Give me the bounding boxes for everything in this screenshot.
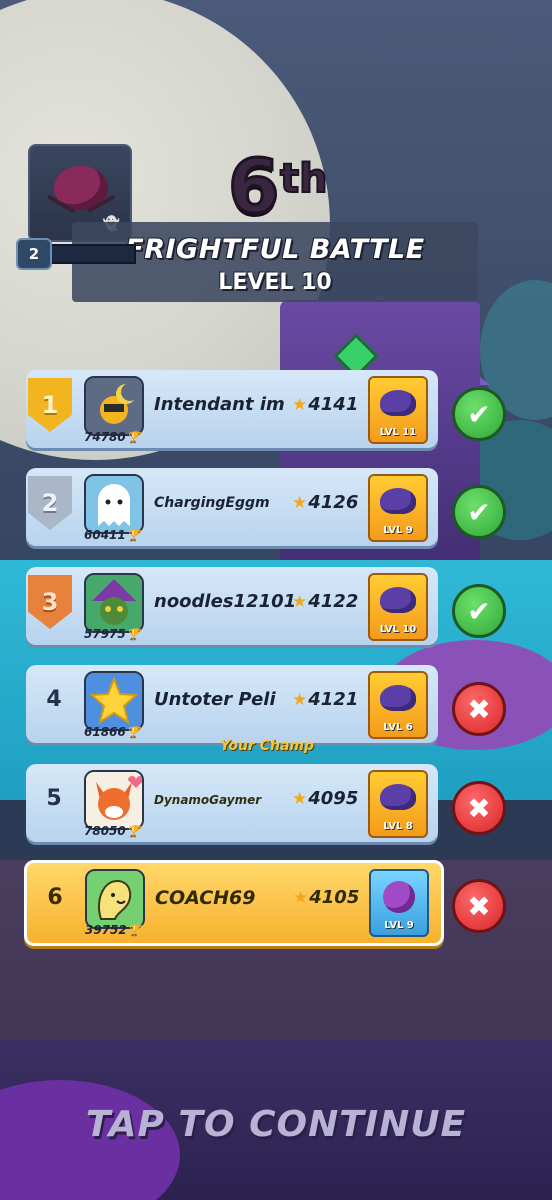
ghost-avatar-icon: [86, 476, 142, 532]
bean-avatar-icon: [87, 871, 143, 927]
rank-number: 5: [46, 786, 62, 811]
trophy-icon: 🏆: [126, 726, 141, 739]
player-name: ChargingEggm: [154, 495, 270, 511]
score: ★4095: [292, 788, 359, 809]
cross-icon: ✖: [452, 879, 506, 933]
trophy-count: 78050🏆: [84, 824, 141, 838]
star-icon: ★: [293, 888, 309, 908]
avatar: [84, 671, 144, 731]
mission-level-badge: 2: [16, 238, 52, 270]
pet-card: LVL 9: [368, 474, 428, 542]
cross-icon: ✖: [452, 781, 506, 835]
trophy-icon: 🏆: [126, 825, 141, 838]
star-icon: ★: [292, 493, 308, 513]
trophy-count: 60411🏆: [84, 528, 141, 542]
tap-to-continue[interactable]: TAP TO CONTINUE: [0, 1104, 552, 1145]
placement: 6 th: [227, 149, 329, 226]
avatar: [84, 376, 144, 436]
rank-badge: 2: [28, 476, 72, 530]
avatar: [84, 573, 144, 633]
player-name: noodles12101: [154, 591, 297, 612]
fox-avatar-icon: [86, 772, 142, 828]
placement-suffix: th: [279, 155, 329, 203]
score: ★4122: [292, 591, 359, 612]
rank-badge: 1: [28, 378, 72, 432]
trophy-count: 61866🏆: [84, 725, 141, 739]
trophy-icon: 🏆: [127, 924, 142, 937]
pet-card: LVL 8: [368, 770, 428, 838]
star-icon: ★: [292, 789, 308, 809]
pet-card: LVL 10: [368, 573, 428, 641]
pet-card: LVL 9: [369, 869, 429, 937]
wizard-avatar-icon: [86, 378, 142, 434]
leaderboard-row: 2 60411🏆 ChargingEggm ★4126 LVL 9: [26, 468, 438, 546]
spider-pet-icon: [383, 881, 415, 913]
player-name: Intendant im: [154, 394, 285, 415]
score: ★4121: [292, 689, 359, 710]
score: ★4105: [293, 887, 360, 908]
your-champ-label: Your Champ: [220, 738, 314, 754]
trophy-icon: 🏆: [126, 628, 141, 641]
score: ★4141: [292, 394, 359, 415]
avatar: [84, 474, 144, 534]
player-name: COACH69: [155, 887, 256, 909]
check-icon: ✔: [452, 485, 506, 539]
pet-icon: [380, 587, 416, 613]
battle-level: LEVEL 10: [218, 270, 332, 295]
trophy-count: 74780🏆: [84, 430, 141, 444]
player-name: DynamoGaymer: [154, 793, 262, 807]
placement-number: 6: [227, 144, 281, 230]
pet-icon: [380, 390, 416, 416]
rank-number: 6: [47, 885, 63, 910]
leaderboard-row: 4 61866🏆 Untoter Peli ★4121 LVL 6: [26, 665, 438, 743]
star-icon: ★: [292, 592, 308, 612]
pet-card: LVL 6: [368, 671, 428, 739]
trophy-icon: 🏆: [126, 431, 141, 444]
cross-icon: ✖: [452, 682, 506, 736]
trophy-count: 39752🏆: [85, 923, 142, 937]
pet-card: LVL 11: [368, 376, 428, 444]
trophy-count: 57975🏆: [84, 627, 141, 641]
mission-progress-bar: [44, 244, 136, 264]
star-avatar-icon: [86, 673, 142, 729]
leaderboard-row: 1 74780🏆 Intendant im ★4141 LVL 11: [26, 370, 438, 448]
check-icon: ✔: [452, 387, 506, 441]
witch-avatar-icon: [86, 575, 142, 631]
pet-icon: [380, 488, 416, 514]
player-name: Untoter Peli: [154, 689, 276, 710]
pet-icon: [380, 784, 416, 810]
rank-badge: 3: [28, 575, 72, 629]
star-icon: ★: [292, 690, 308, 710]
avatar: [85, 869, 145, 929]
leaderboard-row: 3 57975🏆 noodles12101 ★4122 LVL 10: [26, 567, 438, 645]
leaderboard-row: 5 78050🏆 DynamoGaymer ★4095 LVL 8: [26, 764, 438, 842]
pet-icon: [380, 685, 416, 711]
score: ★4126: [292, 492, 359, 513]
avatar: [84, 770, 144, 830]
check-icon: ✔: [452, 584, 506, 638]
rank-number: 4: [46, 687, 62, 712]
trophy-icon: 🏆: [126, 529, 141, 542]
star-icon: ★: [292, 395, 308, 415]
leaderboard-row-self: 6 39752🏆 COACH69 ★4105 LVL 9: [24, 860, 444, 946]
